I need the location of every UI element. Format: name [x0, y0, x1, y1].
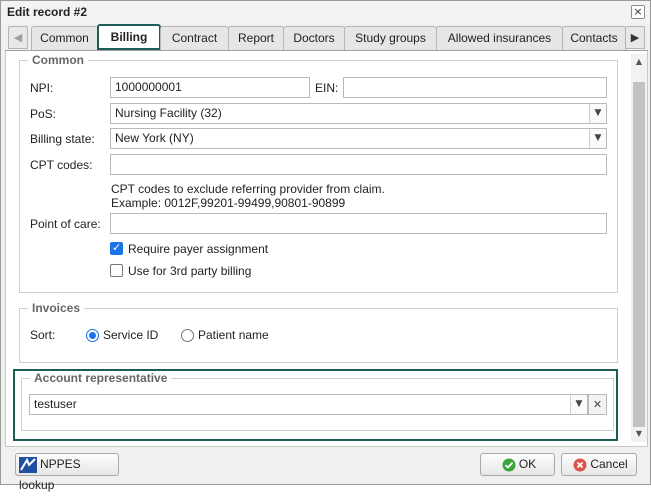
cpt-codes-label: CPT codes: — [30, 158, 93, 172]
cpt-hint-line2: Example: 0012F,99201-99499,90801-90899 — [111, 196, 346, 210]
vertical-scrollbar[interactable]: ▲ ▼ — [631, 54, 647, 442]
scroll-down-icon[interactable]: ▼ — [631, 426, 647, 442]
radio-dot — [89, 332, 96, 339]
point-of-care-label: Point of care: — [30, 217, 101, 231]
title-bar: Edit record #2 × — [1, 1, 650, 23]
tab-study-groups[interactable]: Study groups — [344, 26, 437, 50]
account-rep-select[interactable]: testuser ▼ — [29, 394, 588, 415]
third-party-checkbox[interactable] — [110, 264, 123, 277]
common-legend: Common — [32, 53, 84, 67]
account-rep-legend: Account representative — [34, 371, 168, 385]
ein-label: EIN: — [315, 81, 339, 95]
right-arrow-icon[interactable]: ▶ — [625, 26, 645, 49]
pos-select[interactable]: Nursing Facility (32) ▼ — [110, 103, 607, 124]
sort-patient-name-label: Patient name — [198, 328, 269, 342]
tab-common[interactable]: Common — [31, 26, 98, 50]
npi-label: NPI: — [30, 81, 54, 95]
scroll-up-icon[interactable]: ▲ — [631, 54, 647, 70]
tab-allowed-insurances[interactable]: Allowed insurances — [436, 26, 563, 50]
close-icon[interactable]: ✕ — [588, 394, 607, 415]
edit-record-dialog: Edit record #2 × ◀ Common Billing Contra… — [0, 0, 651, 492]
tab-contract[interactable]: Contract — [160, 26, 229, 50]
ok-label: OK — [518, 457, 537, 471]
nppes-lookup-button[interactable]: NPPES lookup — [15, 453, 119, 492]
pos-value: Nursing Facility (32) — [115, 106, 222, 120]
left-arrow-icon[interactable]: ◀ — [8, 26, 28, 49]
invoices-legend: Invoices — [32, 301, 81, 315]
check-circle-icon — [502, 458, 516, 472]
billing-state-label: Billing state: — [30, 132, 95, 146]
nppes-logo-icon — [19, 456, 37, 473]
window-title: Edit record #2 — [7, 5, 88, 19]
tab-contacts[interactable]: Contacts — [562, 26, 626, 50]
cancel-circle-icon — [573, 458, 587, 472]
point-of-care-input[interactable] — [110, 213, 607, 234]
billing-state-value: New York (NY) — [115, 131, 194, 145]
checkmark-icon: ✓ — [112, 241, 122, 254]
sort-patient-name-radio[interactable] — [181, 329, 194, 342]
tab-report[interactable]: Report — [228, 26, 284, 50]
chevron-down-icon[interactable]: ▼ — [589, 129, 606, 148]
close-icon[interactable]: × — [631, 5, 645, 19]
cpt-codes-input[interactable] — [110, 154, 607, 175]
third-party-label: Use for 3rd party billing — [128, 264, 252, 278]
sort-service-id-label: Service ID — [103, 328, 159, 342]
tab-doctors[interactable]: Doctors — [283, 26, 345, 50]
cancel-label: Cancel — [590, 457, 628, 471]
ein-input[interactable] — [343, 77, 607, 98]
account-rep-value: testuser — [34, 397, 77, 411]
require-payer-label: Require payer assignment — [128, 242, 269, 256]
scroll-thumb[interactable] — [633, 82, 645, 427]
chevron-down-icon[interactable]: ▼ — [570, 395, 587, 414]
tab-billing[interactable]: Billing — [97, 24, 161, 50]
sort-service-id-radio[interactable] — [86, 329, 99, 342]
billing-state-select[interactable]: New York (NY) ▼ — [110, 128, 607, 149]
chevron-down-icon[interactable]: ▼ — [589, 104, 606, 123]
cancel-button[interactable]: Cancel — [561, 453, 637, 476]
npi-input[interactable]: 1000000001 — [110, 77, 310, 98]
pos-label: PoS: — [30, 107, 57, 121]
sort-label: Sort: — [30, 328, 56, 342]
tab-strip: ◀ Common Billing Contract Report Doctors… — [5, 24, 648, 51]
ok-button[interactable]: OK — [480, 453, 555, 476]
cpt-hint-line1: CPT codes to exclude referring provider … — [111, 182, 385, 196]
require-payer-checkbox[interactable]: ✓ — [110, 241, 123, 255]
